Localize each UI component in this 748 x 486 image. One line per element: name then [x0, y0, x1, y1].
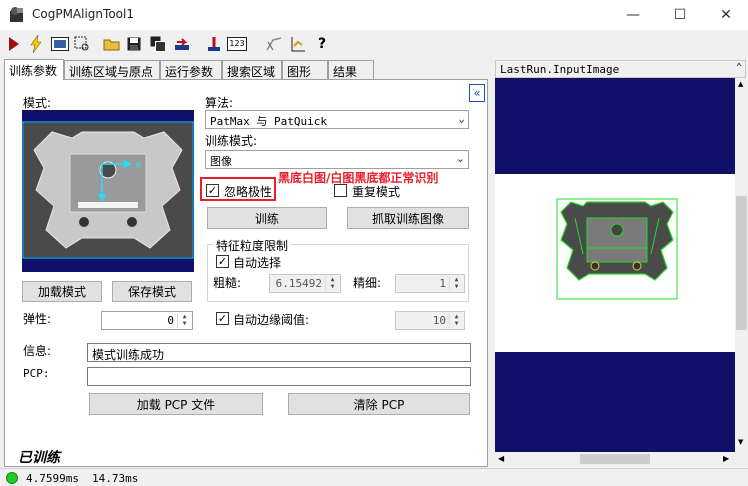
auto-edge-checkbox[interactable]: ✓: [216, 312, 229, 325]
pcp-field[interactable]: [87, 367, 471, 386]
vertical-scroll-thumb[interactable]: [736, 196, 747, 330]
svg-text:×: ×: [134, 160, 142, 171]
scroll-up-icon[interactable]: ▲: [738, 80, 743, 88]
close-button[interactable]: ✕: [703, 0, 748, 30]
reset-icon[interactable]: [172, 34, 192, 54]
load-model-button[interactable]: 加载模式: [22, 281, 102, 302]
load-pcp-button[interactable]: 加载 PCP 文件: [89, 393, 263, 415]
save-model-button[interactable]: 保存模式: [112, 281, 192, 302]
auto-edge-value: 10: [432, 314, 446, 327]
fine-value: 1: [439, 277, 446, 290]
image-view-title: LastRun.InputImage: [500, 63, 620, 76]
train-params-panel: 模式: × « 算法: PatMax 与 PatQuick ⌄ 训练模式: 图像…: [4, 79, 488, 467]
feature-granularity-group: 特征粒度限制: [207, 237, 469, 302]
chevron-down-icon: ⌄: [458, 112, 465, 125]
scroll-left-icon[interactable]: ◀: [498, 454, 504, 463]
ignore-polarity-checkbox[interactable]: ✓: [206, 184, 219, 197]
train-mode-value: 图像: [210, 155, 232, 168]
tab-train-region-origin[interactable]: 训练区域与原点: [64, 60, 160, 79]
scroll-right-icon[interactable]: ▶: [723, 454, 729, 463]
model-label: 模式:: [23, 96, 52, 110]
spinner-arrows-icon[interactable]: ▲ ▼: [177, 313, 191, 328]
run-icon[interactable]: [4, 34, 24, 54]
pcp-label: PCP:: [23, 367, 50, 380]
chevron-up-icon[interactable]: ⌃: [736, 62, 742, 73]
elasticity-value: 0: [167, 314, 174, 327]
trained-status: 已训练: [18, 450, 60, 466]
coarse-spinner[interactable]: 6.15492 ▲ ▼: [269, 274, 341, 293]
auto-edge-label: 自动边缘阈值:: [233, 313, 310, 327]
algorithm-value: PatMax 与 PatQuick: [210, 115, 327, 128]
fine-label: 精细:: [353, 276, 382, 290]
graphics-icon[interactable]: [264, 34, 284, 54]
maximize-button[interactable]: ☐: [657, 0, 703, 30]
scroll-down-icon[interactable]: ▼: [738, 438, 743, 446]
show-image-icon[interactable]: [50, 34, 70, 54]
info-field: 模式训练成功: [87, 343, 471, 362]
tab-results[interactable]: 结果: [328, 60, 374, 79]
algorithm-label: 算法:: [205, 96, 234, 110]
collapse-button[interactable]: «: [469, 84, 485, 102]
fine-spinner[interactable]: 1 ▲ ▼: [395, 274, 465, 293]
chevron-down-icon: ⌄: [455, 152, 465, 165]
status-bar: 4.7599ms 14.73ms: [0, 468, 748, 486]
coarse-value: 6.15492: [275, 277, 322, 290]
cognex-app-icon: [10, 7, 23, 22]
model-thumbnail: ×: [22, 110, 194, 272]
train-mode-label: 训练模式:: [205, 134, 258, 148]
repeat-mode-label: 重复模式: [352, 185, 401, 199]
tab-graphics[interactable]: 图形: [282, 60, 328, 79]
status-ok-icon: [6, 472, 18, 484]
spinner-arrows-icon[interactable]: ▲ ▼: [449, 276, 463, 291]
coarse-label: 粗糙:: [213, 276, 242, 290]
value-123-icon[interactable]: 123: [226, 34, 248, 54]
title-bar: CogPMAlignTool1 — ☐ ✕: [0, 0, 748, 30]
minimize-button[interactable]: —: [610, 0, 656, 30]
last-run-time: 4.7599ms: [26, 472, 79, 485]
auto-select-checkbox[interactable]: ✓: [216, 255, 229, 268]
elasticity-spinner[interactable]: 0 ▲ ▼: [101, 311, 193, 330]
horizontal-scroll-thumb[interactable]: [580, 454, 650, 464]
tab-train-params[interactable]: 训练参数: [4, 59, 64, 80]
help-icon[interactable]: ?: [312, 34, 332, 54]
save-icon[interactable]: [124, 34, 144, 54]
electric-run-icon[interactable]: [26, 34, 46, 54]
image-view-header: LastRun.InputImage ⌃: [495, 60, 746, 78]
image-horizontal-scrollbar[interactable]: ◀ ▶: [495, 452, 735, 466]
grab-train-image-button[interactable]: 抓取训练图像: [347, 207, 469, 229]
algorithm-select[interactable]: PatMax 与 PatQuick ⌄: [205, 110, 469, 129]
total-run-time: 14.73ms: [92, 472, 139, 485]
clear-pcp-button[interactable]: 清除 PCP: [288, 393, 470, 415]
feature-group-title: 特征粒度限制: [214, 237, 291, 254]
input-icon[interactable]: [204, 34, 224, 54]
elasticity-label: 弹性:: [23, 312, 52, 326]
auto-edge-spinner[interactable]: 10 ▲ ▼: [395, 311, 465, 330]
train-mode-select[interactable]: 图像 ⌄: [205, 150, 469, 169]
stats-icon[interactable]: [288, 34, 308, 54]
show-regions-icon[interactable]: [72, 34, 92, 54]
image-vertical-scrollbar[interactable]: ▲ ▼: [735, 78, 748, 452]
train-button[interactable]: 训练: [207, 207, 327, 229]
auto-select-label: 自动选择: [233, 256, 282, 270]
info-label: 信息:: [23, 344, 52, 358]
toolbar: 123 ?: [0, 30, 748, 58]
repeat-mode-checkbox[interactable]: [334, 184, 347, 197]
spinner-arrows-icon[interactable]: ▲ ▼: [325, 276, 339, 291]
ignore-polarity-label: 忽略极性: [224, 185, 273, 199]
tab-search-region[interactable]: 搜索区域: [222, 60, 282, 79]
save-as-icon[interactable]: [148, 34, 168, 54]
image-display[interactable]: [495, 78, 735, 452]
open-icon[interactable]: [102, 34, 122, 54]
spinner-arrows-icon[interactable]: ▲ ▼: [449, 313, 463, 328]
window-title: CogPMAlignTool1: [32, 7, 134, 21]
tab-run-params[interactable]: 运行参数: [160, 60, 222, 79]
